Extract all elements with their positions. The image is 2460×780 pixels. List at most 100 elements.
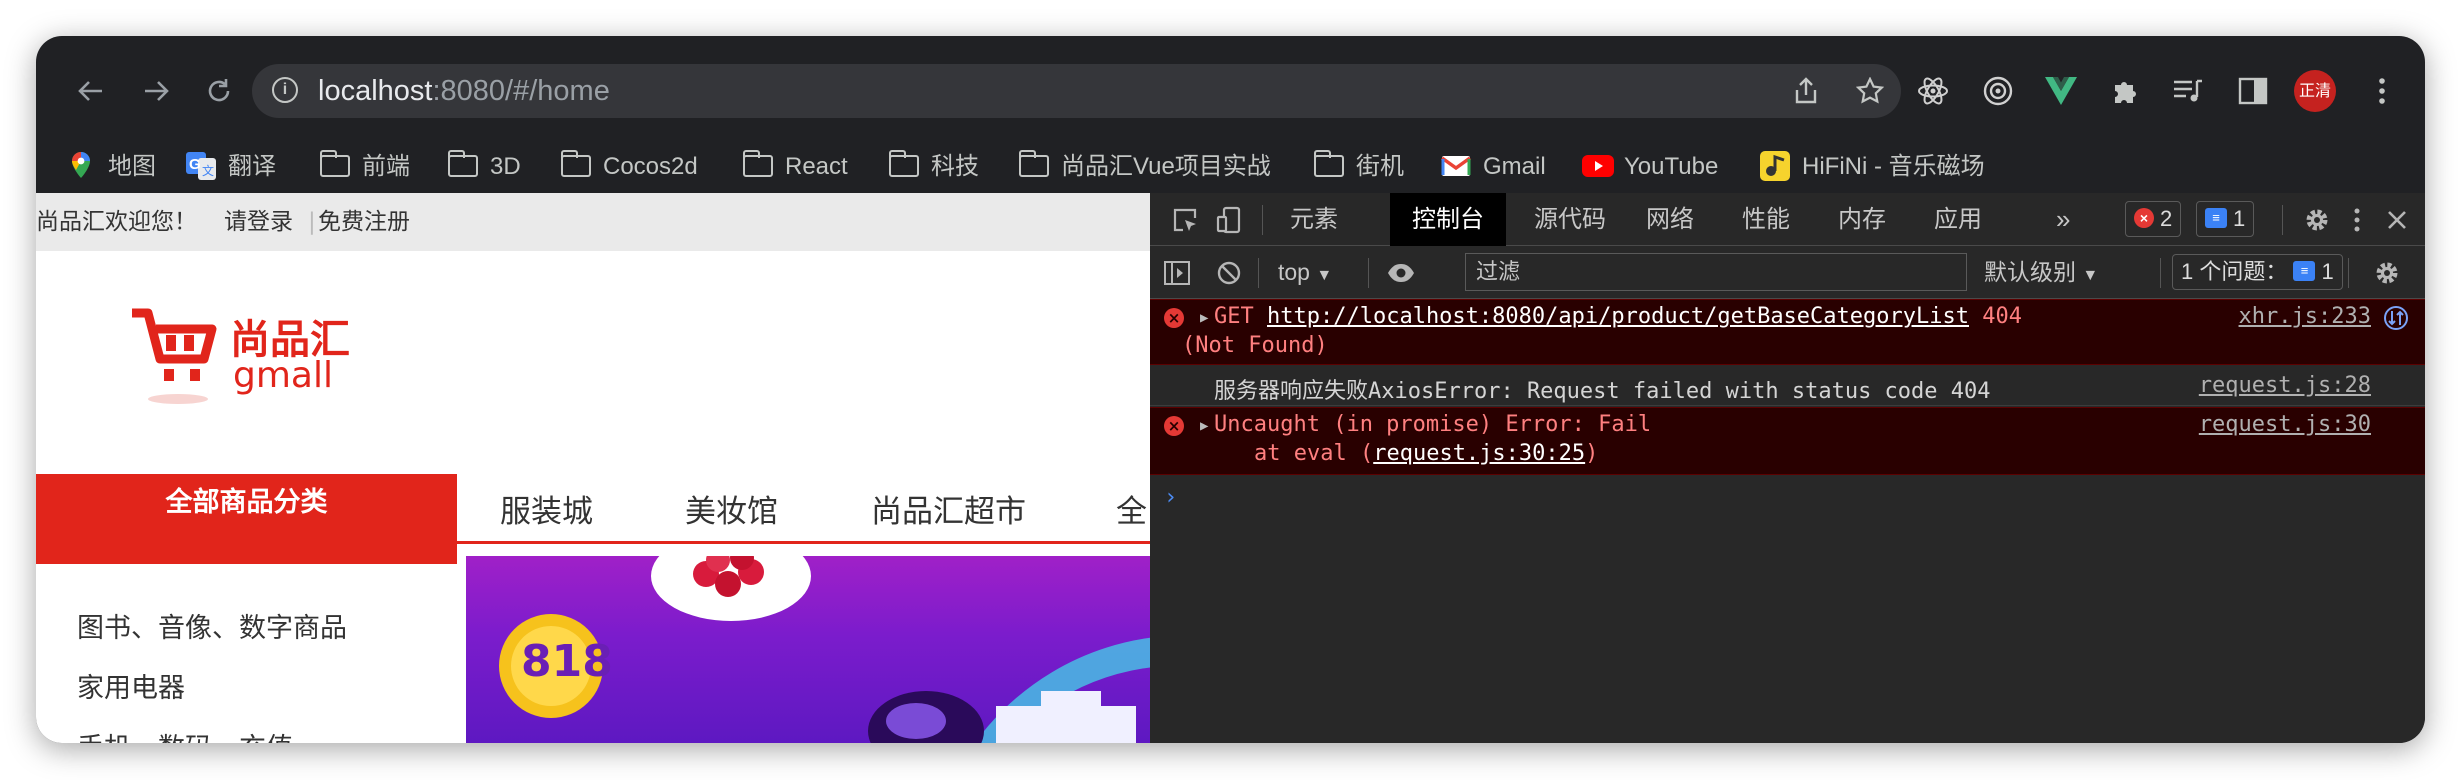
more-menu-icon[interactable] [2357,66,2407,116]
bookmark-label: 前端 [362,153,410,180]
all-categories-button[interactable]: 全部商品分类 [36,474,457,564]
status-text: (Not Found) [1182,333,1328,358]
bookmark-folder-arcade[interactable]: 街机 [1314,141,1404,193]
bookmark-label: 地图 [108,153,156,180]
close-icon[interactable] [2380,203,2414,237]
context-selector[interactable]: top ▼ [1278,246,1332,299]
welcome-text: 尚品汇欢迎您！ [36,209,197,235]
tab-performance[interactable]: 性能 [1742,193,1790,246]
settings-gear-icon[interactable] [2300,203,2334,237]
star-icon[interactable] [1851,72,1889,110]
register-link[interactable]: 免费注册 [318,193,410,251]
console-settings-gear-icon[interactable] [2370,256,2404,290]
google-translate-icon: G文 [186,151,216,180]
filter-input[interactable]: 过滤 [1465,253,1967,291]
bookmark-hifini[interactable]: HiFiNi - 音乐磁场 [1760,141,1985,193]
bookmark-gmail[interactable]: Gmail [1441,141,1546,193]
youtube-icon [1582,154,1614,178]
console-log-row[interactable]: 服务器响应失败AxiosError: Request failed with s… [1150,366,2425,406]
stack-frame-link[interactable]: request.js:30:25 [1373,441,1585,466]
hifini-icon [1760,150,1790,181]
banner-artwork: 818 [499,556,1150,743]
url-text[interactable]: localhost:8080/#/home [318,64,610,118]
context-label: top [1278,259,1310,285]
expand-triangle-icon[interactable]: ▶ [1200,418,1208,434]
source-link[interactable]: request.js:30 [2199,412,2371,437]
category-item-books[interactable]: 图书、音像、数字商品 [77,606,347,645]
bookmark-label: 翻译 [228,153,276,180]
bookmark-folder-3d[interactable]: 3D [448,141,521,193]
more-tabs-chevron-icon[interactable]: » [2056,193,2070,246]
bookmark-label: Gmail [1483,153,1546,180]
live-expression-eye-icon[interactable] [1384,256,1418,290]
stack-frame: at eval (request.js:30:25) [1254,441,1598,466]
bookmark-folder-frontend[interactable]: 前端 [320,141,410,193]
browser-toolbar: i localhost:8080/#/home 正清 [36,36,2425,141]
address-bar[interactable]: i localhost:8080/#/home [252,64,1901,118]
react-devtools-icon[interactable] [1908,66,1958,116]
error-count-badge[interactable]: × 2 [2125,201,2182,237]
expand-triangle-icon[interactable]: ▶ [1200,310,1208,326]
site-logo[interactable]: 尚品汇 gmall [130,303,370,413]
shortcut-bar: 尚品汇欢迎您！ 请登录 | 免费注册 [36,193,1150,251]
all-categories-label: 全部商品分类 [165,487,328,518]
inspect-element-icon[interactable] [1168,203,1202,237]
side-panel-icon[interactable] [2228,66,2278,116]
url-host: localhost [318,75,433,107]
message-count-badge[interactable]: ≡ 1 [2196,201,2255,237]
network-request-icon[interactable] [2381,303,2411,339]
vue-devtools-icon[interactable] [2036,66,2086,116]
device-toolbar-icon[interactable] [1212,203,1246,237]
bookmark-youtube[interactable]: YouTube [1582,141,1718,193]
tab-memory[interactable]: 内存 [1838,193,1886,246]
devtools-tabbar: 元素 控制台 源代码 网络 性能 内存 应用 » × 2 ≡ 1 [1150,193,2425,246]
tab-network[interactable]: 网络 [1646,193,1694,246]
request-url-link[interactable]: http://localhost:8080/api/product/getBas… [1267,304,1969,329]
console-error-row[interactable]: × ▶ Uncaught (in promise) Error: Fail at… [1150,407,2425,475]
site-info-icon[interactable]: i [272,77,298,103]
stack-frame-prefix: at eval ( [1254,441,1374,466]
media-queue-icon[interactable] [2163,66,2213,116]
bookmark-translate[interactable]: G文 翻译 [186,141,276,193]
folder-icon [320,149,350,177]
nav-supermarket[interactable]: 尚品汇超市 [871,486,1026,531]
bookmark-folder-react[interactable]: React [743,141,848,193]
sidebar-toggle-icon[interactable] [1160,256,1194,290]
nav-beauty[interactable]: 美妆馆 [685,486,778,531]
target-extension-icon[interactable] [1973,66,2023,116]
bookmark-folder-vue-project[interactable]: 尚品汇Vue项目实战 [1019,141,1271,193]
tab-elements[interactable]: 元素 [1290,193,1338,246]
forward-icon[interactable] [131,66,181,116]
stack-frame-suffix: ) [1585,441,1599,466]
log-level-selector[interactable]: 默认级别 ▼ [1984,246,2098,299]
category-item-appliances[interactable]: 家用电器 [77,666,185,705]
profile-avatar[interactable]: 正清 [2294,70,2336,112]
console-error-row[interactable]: × ▶ GET http://localhost:8080/api/produc… [1150,299,2425,365]
back-icon[interactable] [66,66,116,116]
bookmark-folder-tech[interactable]: 科技 [889,141,979,193]
tab-console[interactable]: 控制台 [1390,193,1506,246]
more-options-icon[interactable] [2340,203,2374,237]
request-method: GET [1214,304,1254,329]
category-item-phones[interactable]: 手机、数码、充值 [77,726,293,743]
clear-console-icon[interactable] [1212,256,1246,290]
bookmark-label: 街机 [1356,153,1404,180]
folder-icon [1019,149,1049,177]
nav-more[interactable]: 全 [1116,486,1147,531]
source-link[interactable]: xhr.js:233 [2239,304,2371,329]
issues-button[interactable]: 1 个问题： ≡ 1 [2172,254,2343,290]
web-page: 尚品汇欢迎您！ 请登录 | 免费注册 尚品汇 gmall 全部商品分类 服装城 … [36,193,1150,743]
nav-clothing[interactable]: 服装城 [500,486,593,531]
reload-icon[interactable] [194,66,244,116]
share-icon[interactable] [1787,72,1825,110]
folder-icon [889,149,919,177]
source-link[interactable]: request.js:28 [2199,373,2371,398]
login-link[interactable]: 请登录 [224,193,293,251]
console-prompt-icon[interactable]: › [1164,485,1177,510]
tab-application[interactable]: 应用 [1934,193,1982,246]
tab-sources[interactable]: 源代码 [1534,193,1606,246]
promo-banner[interactable]: 818 [466,556,1150,743]
bookmark-maps[interactable]: 地图 [66,141,156,193]
bookmark-folder-cocos2d[interactable]: Cocos2d [561,141,698,193]
extensions-puzzle-icon[interactable] [2100,66,2150,116]
